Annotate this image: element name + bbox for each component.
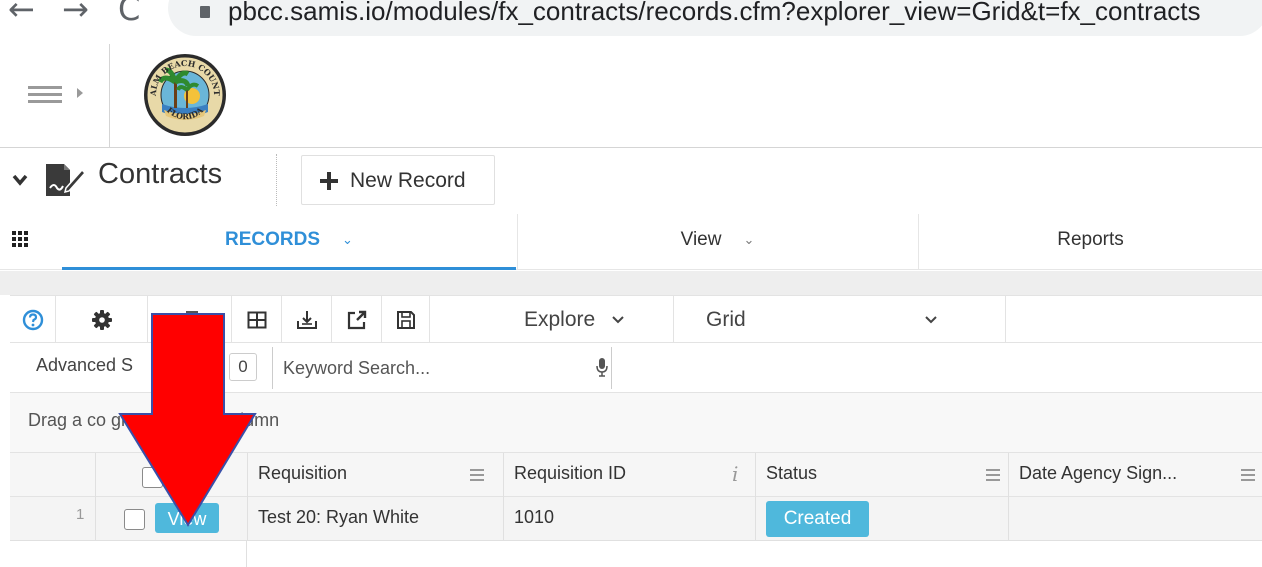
browser-toolbar: ← → C pbcc.samis.io/modules/fx_contracts… xyxy=(0,0,1262,42)
settings-button[interactable] xyxy=(56,296,148,344)
search-row: Advanced S 0 xyxy=(10,343,1262,393)
hamburger-menu-icon[interactable] xyxy=(28,86,68,103)
url-text[interactable]: pbcc.samis.io/modules/fx_contracts/recor… xyxy=(228,0,1201,27)
apps-grid-icon[interactable] xyxy=(12,231,28,247)
explore-label: Explore xyxy=(524,308,596,331)
contract-document-icon xyxy=(44,162,87,203)
open-external-button[interactable] xyxy=(332,296,382,344)
grid-header: Requisition Requisition ID i Status Date… xyxy=(10,453,1262,497)
column-requisition-id-label: Requisition ID xyxy=(514,463,627,483)
section-spacer xyxy=(0,271,1262,295)
tab-records[interactable]: RECORDS ⌄ xyxy=(62,214,516,270)
filter-count-badge: 0 xyxy=(229,353,257,381)
column-requisition-label: Requisition xyxy=(258,463,348,483)
columns-icon xyxy=(247,311,266,329)
column-requisition-id[interactable]: Requisition ID i xyxy=(503,453,755,497)
plus-icon xyxy=(320,172,338,190)
column-date-agency-signed-label: Date Agency Sign... xyxy=(1019,463,1178,483)
microphone-icon[interactable] xyxy=(596,357,608,382)
module-bar: Contracts New Record xyxy=(0,148,1262,213)
save-icon xyxy=(396,311,415,329)
module-divider xyxy=(276,154,277,206)
table-row[interactable]: 1 View Test 20: Ryan White 1010 Created xyxy=(10,497,1262,541)
new-record-button[interactable]: New Record xyxy=(301,155,495,205)
help-button[interactable] xyxy=(10,296,56,344)
copy-button[interactable] xyxy=(148,296,232,344)
columns-button[interactable] xyxy=(232,296,282,344)
tab-view-label: View xyxy=(680,229,722,250)
select-all-column xyxy=(95,453,247,497)
group-by-hint-text: Drag a co group by that column xyxy=(28,410,280,430)
export-button[interactable] xyxy=(282,296,332,344)
lock-icon xyxy=(200,6,210,18)
tab-reports[interactable]: Reports xyxy=(918,214,1262,270)
chevron-down-icon: ⌄ xyxy=(342,232,353,247)
column-status[interactable]: Status xyxy=(755,453,1008,497)
tab-bar: RECORDS ⌄ View ⌄ Reports xyxy=(0,214,1262,270)
grid-view-dropdown[interactable]: Grid xyxy=(674,296,1006,344)
column-date-agency-signed[interactable]: Date Agency Sign... xyxy=(1008,453,1262,497)
keyword-search-input[interactable] xyxy=(272,347,612,389)
cell-date-agency-signed xyxy=(1008,497,1262,541)
view-record-button[interactable]: View xyxy=(155,503,219,533)
forward-arrow-icon[interactable]: → xyxy=(62,0,89,28)
gear-icon xyxy=(91,310,112,330)
grid-toolbar: Explore Grid xyxy=(10,295,1262,344)
status-badge: Created xyxy=(766,501,869,537)
back-arrow-icon[interactable]: ← xyxy=(8,0,35,28)
row-select-checkbox[interactable] xyxy=(124,509,145,530)
county-seal-logo[interactable]: PALM BEACH COUNTY FLORIDA xyxy=(138,44,228,143)
chevron-down-icon: ⌄ xyxy=(743,232,755,247)
new-record-label: New Record xyxy=(350,169,466,192)
chevron-down-icon xyxy=(925,316,937,324)
export-icon xyxy=(296,311,317,329)
tab-view[interactable]: View ⌄ xyxy=(517,214,917,270)
info-icon[interactable]: i xyxy=(732,462,738,486)
column-status-label: Status xyxy=(766,463,818,483)
grid-label: Grid xyxy=(706,308,746,331)
column-requisition[interactable]: Requisition xyxy=(247,453,503,497)
tab-records-label: RECORDS xyxy=(225,229,321,250)
column-menu-icon[interactable] xyxy=(470,469,484,481)
palm-beach-county-seal-icon: PALM BEACH COUNTY FLORIDA xyxy=(138,44,226,136)
explore-dropdown[interactable]: Explore xyxy=(430,296,674,344)
menu-expand-arrow-icon[interactable] xyxy=(77,88,83,98)
chevron-down-icon xyxy=(612,316,624,324)
help-icon xyxy=(22,309,43,331)
app-header: PALM BEACH COUNTY FLORIDA xyxy=(0,44,1262,148)
grid-body-divider xyxy=(246,541,247,567)
group-by-drop-zone[interactable]: Drag a co group by that column xyxy=(10,393,1262,453)
cell-requisition-text: Test 20: Ryan White xyxy=(258,507,420,527)
column-menu-icon[interactable] xyxy=(986,469,1000,481)
select-all-checkbox[interactable] xyxy=(142,467,163,488)
column-menu-icon[interactable] xyxy=(1241,469,1255,481)
external-link-icon xyxy=(347,310,366,330)
reload-icon[interactable]: C xyxy=(118,0,140,28)
save-view-button[interactable] xyxy=(382,296,430,344)
tab-reports-label: Reports xyxy=(1057,229,1124,250)
header-divider xyxy=(109,44,110,148)
collapse-chevron-icon[interactable] xyxy=(12,166,28,192)
cell-requisition-id-text: 1010 xyxy=(514,507,555,527)
row-number: 1 xyxy=(76,506,85,523)
copy-icon xyxy=(181,311,198,329)
module-title: Contracts xyxy=(98,158,223,190)
advanced-search-button[interactable]: Advanced S xyxy=(36,355,133,376)
